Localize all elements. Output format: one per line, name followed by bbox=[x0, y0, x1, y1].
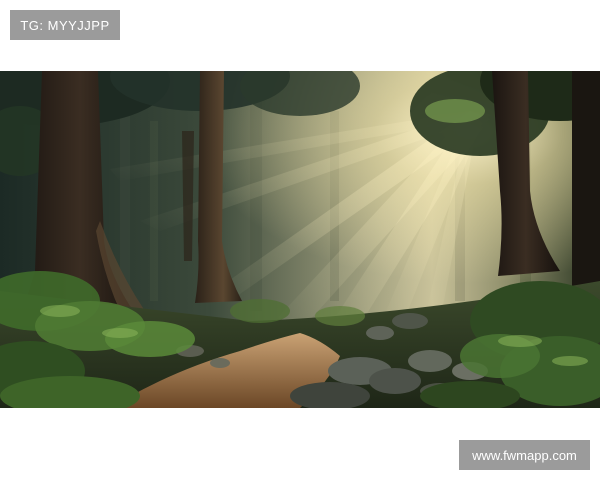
page: TG: MYYJJPP www.fwmapp.com bbox=[0, 0, 600, 480]
forest-illustration bbox=[0, 71, 600, 408]
watermark-top: TG: MYYJJPP bbox=[10, 10, 120, 40]
far-right-trunk bbox=[572, 71, 600, 291]
watermark-bottom: www.fwmapp.com bbox=[459, 440, 590, 470]
forest-photo bbox=[0, 71, 600, 408]
watermark-top-text: TG: MYYJJPP bbox=[20, 17, 110, 33]
watermark-bottom-text: www.fwmapp.com bbox=[472, 447, 577, 463]
